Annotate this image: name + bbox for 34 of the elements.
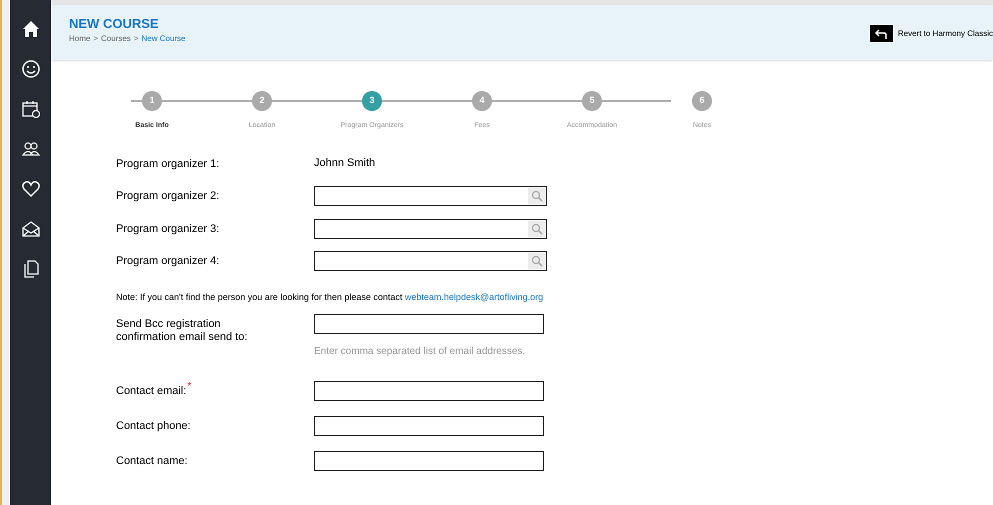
- field-label: Contact email:: [116, 385, 186, 398]
- breadcrumb-link[interactable]: Home: [69, 35, 90, 43]
- revert-button[interactable]: Revert to Harmony Classic: [870, 25, 993, 42]
- search-field[interactable]: [314, 186, 547, 206]
- smiley-icon[interactable]: [22, 60, 40, 78]
- envelope-icon[interactable]: [22, 220, 40, 238]
- field-label: Program organizer 3:: [116, 223, 220, 236]
- breadcrumb-separator: >: [93, 35, 98, 43]
- heart-icon[interactable]: [22, 180, 40, 198]
- calendar-icon[interactable]: [22, 100, 40, 118]
- input-field[interactable]: [314, 314, 544, 334]
- field-label: Program organizer 1:: [116, 158, 220, 171]
- people-icon[interactable]: [22, 140, 40, 158]
- organizer-name: Johnn Smith: [314, 156, 376, 171]
- hint-text: Enter comma separated list of email addresses.: [314, 345, 526, 359]
- input-field[interactable]: [314, 416, 544, 436]
- search-field[interactable]: [314, 251, 547, 271]
- breadcrumb-separator: >: [134, 35, 138, 43]
- breadcrumb-link[interactable]: Courses: [101, 35, 131, 43]
- note-text: Note: If you can't find the person you are looking for then please contact webteam.helpdesk@artofliving.org: [116, 291, 544, 304]
- required-asterisk: *: [187, 382, 192, 392]
- page-title: NEW COURSE: [69, 17, 160, 30]
- input-field[interactable]: [314, 381, 544, 401]
- breadcrumb-link[interactable]: New Course: [141, 35, 186, 43]
- field-label: Program organizer 2:: [116, 190, 220, 203]
- field-label: Contact name:: [116, 455, 188, 468]
- field-label: Program organizer 4:: [116, 255, 220, 268]
- email-link[interactable]: webteam.helpdesk@artofliving.org: [404, 292, 544, 302]
- field-label: Send Bcc registration confirmation email send to:: [116, 318, 248, 344]
- search-field[interactable]: [314, 219, 547, 239]
- input-field[interactable]: [314, 451, 544, 471]
- home-icon[interactable]: [22, 20, 40, 38]
- field-label: Contact phone:: [116, 420, 191, 433]
- documents-icon[interactable]: [22, 260, 40, 278]
